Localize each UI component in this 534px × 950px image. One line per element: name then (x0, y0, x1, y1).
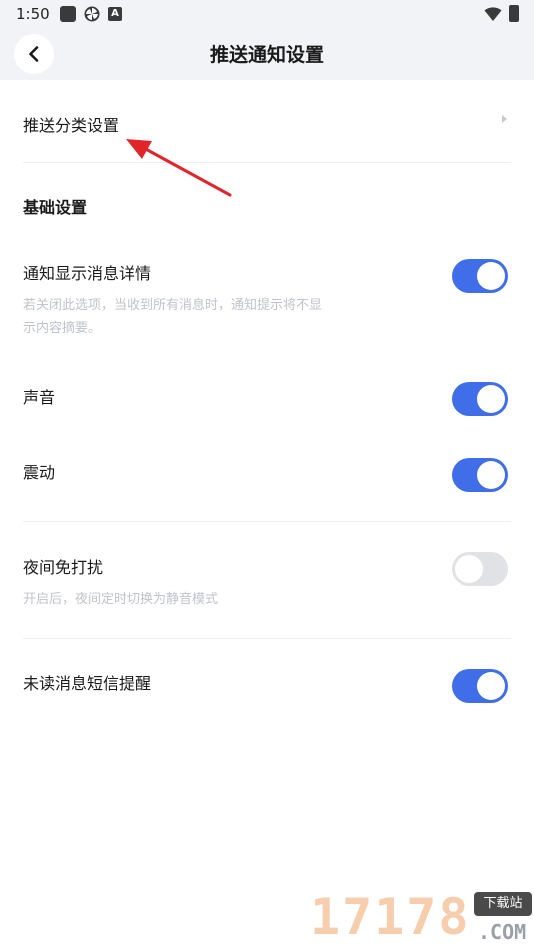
status-bar: 1:50 A (0, 0, 534, 28)
divider (23, 521, 511, 522)
toggle-knob (477, 385, 505, 413)
setting-description: 开启后，夜间定时切换为静音模式 (23, 592, 219, 607)
header: 推送通知设置 (0, 28, 534, 80)
watermark-number: 17178 (310, 888, 471, 946)
divider (23, 638, 511, 639)
watermark-domain: .COM (478, 920, 527, 944)
section-title-basic: 基础设置 (23, 198, 88, 217)
setting-label: 通知显示消息详情 (23, 264, 152, 283)
divider (23, 162, 511, 163)
screen: 1:50 A 推送通知设置 推送分类设置 基础设置 通知显示消息详情 若关闭此选… (0, 0, 534, 950)
a-icon: A (108, 7, 122, 21)
setting-row-sms-reminder: 未读消息短信提醒 (0, 655, 534, 715)
pinwheel-icon (84, 6, 100, 22)
sound-toggle[interactable] (452, 382, 508, 416)
setting-label: 夜间免打扰 (23, 558, 104, 577)
night-mode-toggle[interactable] (452, 552, 508, 586)
setting-row-vibrate: 震动 (0, 445, 534, 505)
square-icon (60, 6, 76, 22)
toggle-knob (455, 555, 483, 583)
setting-label: 震动 (23, 463, 56, 482)
toggle-knob (477, 461, 505, 489)
setting-label: 未读消息短信提醒 (23, 674, 152, 693)
watermark: 17178 下载站 .COM (310, 888, 534, 950)
page-title: 推送通知设置 (209, 44, 324, 66)
battery-icon (509, 5, 519, 22)
toggle-knob (477, 672, 505, 700)
top-bar: 1:50 A 推送通知设置 (0, 0, 534, 80)
status-time: 1:50 (16, 5, 50, 23)
push-category-row[interactable]: 推送分类设置 (0, 80, 534, 162)
setting-row-message-detail: 通知显示消息详情 若关闭此选项，当收到所有消息时，通知提示将不显示内容摘要。 (0, 245, 534, 350)
setting-label: 声音 (23, 388, 56, 407)
wifi-icon (484, 7, 502, 21)
sms-reminder-toggle[interactable] (452, 669, 508, 703)
annotation-arrow-icon (126, 139, 232, 197)
chevron-right-icon (502, 115, 507, 123)
vibrate-toggle[interactable] (452, 458, 508, 492)
setting-description: 若关闭此选项，当收到所有消息时，通知提示将不显示内容摘要。 (23, 298, 323, 336)
toggle-knob (477, 262, 505, 290)
setting-row-sound: 声音 (0, 370, 534, 430)
push-category-label: 推送分类设置 (23, 116, 120, 135)
watermark-tag: 下载站 (474, 892, 532, 916)
message-detail-toggle[interactable] (452, 259, 508, 293)
setting-row-night-mode: 夜间免打扰 开启后，夜间定时切换为静音模式 (0, 540, 534, 620)
